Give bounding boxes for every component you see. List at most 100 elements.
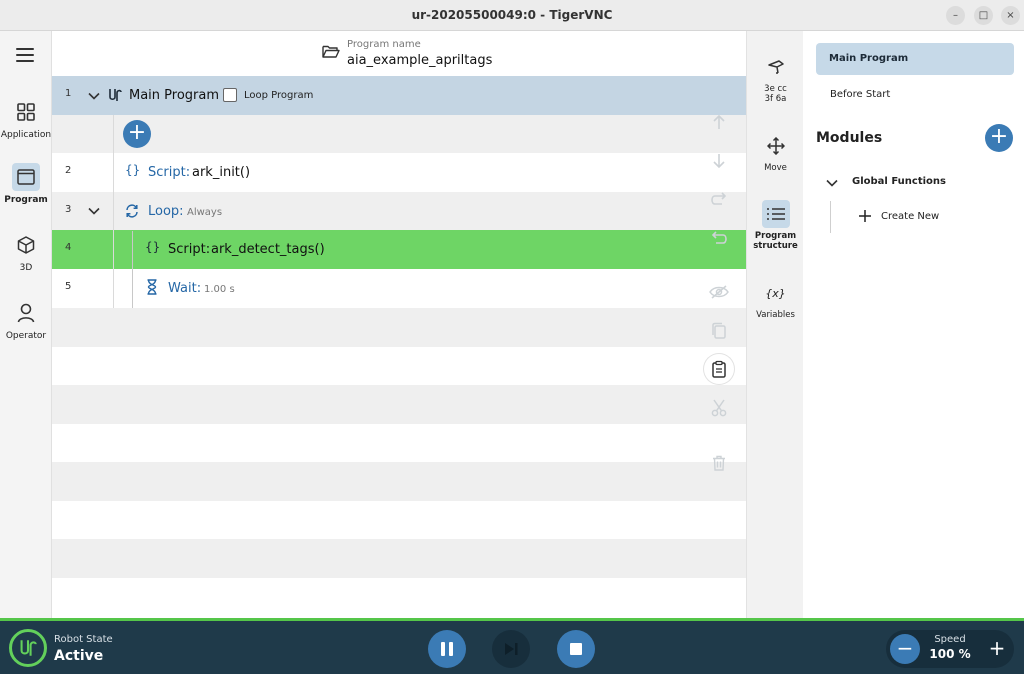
tree-guide-line xyxy=(830,201,831,233)
rail-label-line1: Program xyxy=(754,231,797,241)
hamburger-menu-icon[interactable] xyxy=(16,48,34,66)
hourglass-icon xyxy=(147,279,157,295)
nav-3d[interactable]: 3D xyxy=(0,231,52,273)
delete-button[interactable] xyxy=(704,448,734,478)
rail-variables[interactable]: {x} Variables xyxy=(747,279,804,321)
rail-move[interactable]: Move xyxy=(747,132,804,173)
tree-row-script-detect[interactable]: 4 {} Script: ark_detect_tags() xyxy=(52,230,746,269)
right-rail: 3e cc 3f 6a Move Program structure {x} V… xyxy=(746,31,803,618)
speed-control: − Speed 100 % + xyxy=(886,630,1014,668)
node-keyword: Loop: xyxy=(148,204,184,219)
list-icon xyxy=(761,200,790,228)
line-number: 5 xyxy=(65,281,72,292)
nav-operator[interactable]: Operator xyxy=(0,299,52,341)
chevron-down-icon[interactable] xyxy=(88,205,100,217)
copy-button[interactable] xyxy=(704,316,734,346)
empty-row xyxy=(52,424,746,463)
trash-icon xyxy=(713,455,725,471)
tree-row-wait[interactable]: 5 Wait: 1.00 s xyxy=(52,269,746,308)
move-up-button[interactable] xyxy=(704,107,734,137)
line-number: 1 xyxy=(65,88,72,99)
nav-application[interactable]: Application xyxy=(0,98,52,140)
line-number: 2 xyxy=(65,165,72,176)
suppress-button[interactable] xyxy=(704,277,734,307)
panel-before-start[interactable]: Before Start xyxy=(830,89,890,100)
speed-label: Speed xyxy=(934,634,966,645)
line-number: 3 xyxy=(65,204,72,215)
program-header: Program name aia_example_apriltags xyxy=(52,31,746,76)
cut-button[interactable] xyxy=(704,393,734,423)
tree-row-main-program[interactable]: 1 Main Program Loop Program xyxy=(52,76,746,115)
panel-main-program[interactable]: Main Program xyxy=(816,43,1014,75)
redo-button[interactable] xyxy=(704,184,734,214)
empty-row xyxy=(52,539,746,578)
step-forward-icon xyxy=(505,643,518,655)
add-module-button[interactable]: + xyxy=(985,124,1013,152)
chevron-down-icon[interactable] xyxy=(826,177,838,189)
nav-label: 3D xyxy=(19,263,33,273)
script-icon: {} xyxy=(145,240,161,254)
global-functions-label[interactable]: Global Functions xyxy=(852,176,946,187)
node-keyword: Wait: xyxy=(168,281,202,296)
tree-row-script-init[interactable]: 2 {} Script: ark_init() xyxy=(52,153,746,192)
speed-increase-button[interactable]: + xyxy=(982,634,1012,664)
copy-icon xyxy=(712,322,726,339)
variables-icon: {x} xyxy=(765,286,786,300)
minimize-button[interactable]: – xyxy=(946,6,965,25)
loop-program-checkbox[interactable] xyxy=(223,88,237,102)
program-icon xyxy=(12,163,40,191)
step-button[interactable] xyxy=(492,630,530,668)
program-editor: Program name aia_example_apriltags 1 Mai… xyxy=(52,31,746,618)
move-down-button[interactable] xyxy=(704,146,734,176)
bottom-control-bar: Robot State Active − Speed 100 % + xyxy=(0,618,1024,674)
node-keyword: Script: xyxy=(148,165,191,180)
rail-label: Variables xyxy=(756,310,795,320)
close-button[interactable]: × xyxy=(1001,6,1020,25)
pause-icon xyxy=(441,642,453,656)
ur-logo-icon xyxy=(9,629,47,667)
node-keyword: Script: xyxy=(168,242,211,257)
folder-icon[interactable] xyxy=(322,44,340,59)
node-sub: Always xyxy=(187,207,223,218)
clipboard-icon xyxy=(712,360,726,378)
line-number: 4 xyxy=(65,242,72,253)
move-icon xyxy=(762,132,790,160)
script-icon: {} xyxy=(125,163,141,177)
loop-icon xyxy=(126,204,138,218)
empty-row xyxy=(52,385,746,424)
nav-program[interactable]: Program xyxy=(0,163,52,205)
arrow-up-icon xyxy=(713,114,725,129)
program-name-label: Program name xyxy=(347,39,421,50)
plus-icon[interactable] xyxy=(859,210,871,222)
line-number-divider xyxy=(113,115,114,308)
rail-robot-arm[interactable]: 3e cc 3f 6a xyxy=(747,53,804,104)
speed-decrease-button[interactable]: − xyxy=(890,634,920,664)
window-title: ur-20205500049:0 - TigerVNC xyxy=(411,8,613,22)
scissors-icon xyxy=(711,399,727,417)
arrow-down-icon xyxy=(713,154,725,169)
node-sub: 1.00 s xyxy=(204,284,235,295)
rail-label-line2: structure xyxy=(753,241,798,251)
chevron-down-icon[interactable] xyxy=(88,90,100,102)
paste-button[interactable] xyxy=(704,354,734,384)
tree-row-loop[interactable]: 3 Loop: Always xyxy=(52,192,746,231)
program-name[interactable]: aia_example_apriltags xyxy=(347,53,492,68)
rail-program-structure[interactable]: Program structure xyxy=(747,200,804,251)
maximize-button[interactable]: □ xyxy=(974,6,993,25)
add-node-button[interactable]: + xyxy=(123,120,151,148)
pause-button[interactable] xyxy=(428,630,466,668)
empty-row xyxy=(52,462,746,501)
person-icon xyxy=(12,299,40,327)
create-new-function[interactable]: Create New xyxy=(881,211,939,222)
nav-label: Program xyxy=(4,195,48,205)
robot-state-label: Robot State xyxy=(54,634,113,645)
left-navigation: Application Program 3D Operator xyxy=(0,31,52,618)
stop-button[interactable] xyxy=(557,630,595,668)
speed-value: 100 % xyxy=(929,647,971,661)
robot-state-value: Active xyxy=(54,648,104,664)
cube-icon xyxy=(12,231,40,259)
undo-button[interactable] xyxy=(704,223,734,253)
rail-label: Move xyxy=(764,163,787,173)
loop-program-label: Loop Program xyxy=(244,90,314,101)
node-value: ark_init() xyxy=(192,165,251,180)
